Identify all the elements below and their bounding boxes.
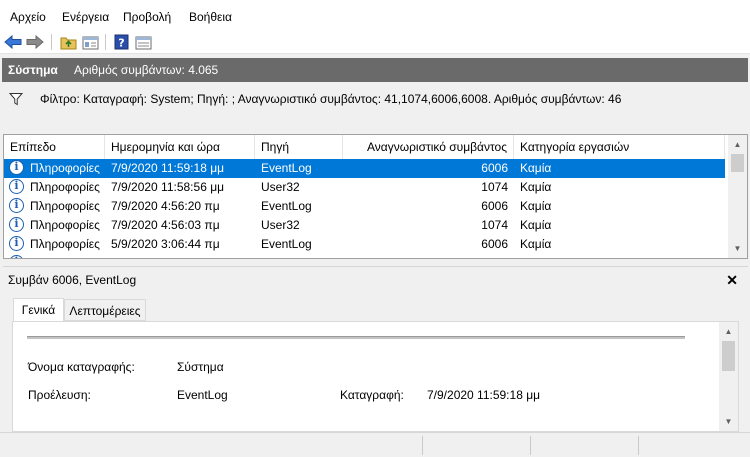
column-header-source[interactable]: Πηγή xyxy=(255,135,343,159)
menu-help[interactable]: Βοήθεια xyxy=(189,0,232,30)
table-row[interactable]: i Πληροφορίες 7/9/2020 4:56:20 πμ EventLog 6… xyxy=(4,197,725,216)
forward-arrow-icon xyxy=(26,35,44,49)
scrollbar-thumb[interactable] xyxy=(722,341,735,371)
status-bar xyxy=(0,432,750,457)
table-row[interactable]: i Πληροφορίες 5/9/2020 3:06:44 πμ EventLog 6… xyxy=(4,235,725,254)
cell-level: Πληροφορίες xyxy=(30,237,100,251)
info-icon: i xyxy=(9,236,24,251)
info-icon: i xyxy=(9,255,24,258)
info-icon: i xyxy=(9,179,24,194)
event-list-scrollbar[interactable]: ▲ ▼ xyxy=(728,135,747,258)
table-row[interactable]: i Πληροφορίες 7/9/2020 11:58:56 μμ User32 10… xyxy=(4,178,725,197)
tab-general[interactable]: Γενικά xyxy=(13,298,64,322)
cell-category: Καμία xyxy=(520,161,552,175)
scroll-down-icon[interactable]: ▼ xyxy=(720,413,737,430)
cell-source: EventLog xyxy=(261,199,312,213)
forward-button[interactable] xyxy=(25,32,45,52)
menu-bar: Αρχείο Ενέργεια Προβολή Βοήθεια xyxy=(0,0,750,30)
log-title: Σύστημα xyxy=(8,63,58,77)
column-header-datetime[interactable]: Ημερομηνία και ώρα xyxy=(105,135,255,159)
cell-datetime: 5/9/2020 3:06:44 πμ xyxy=(111,237,220,251)
cell-category: Καμία xyxy=(520,180,552,194)
log-name-label: Όνομα καταγραφής: xyxy=(28,360,135,374)
table-row[interactable]: i Πληροφορίες 7/9/2020 4:56:03 πμ User32 107… xyxy=(4,216,725,235)
cell-category: Καμία xyxy=(520,199,552,213)
cell-source: User32 xyxy=(261,180,300,194)
folder-up-icon xyxy=(60,37,76,49)
show-hide-pane-button[interactable] xyxy=(80,32,100,52)
scroll-down-icon[interactable]: ▼ xyxy=(729,240,746,257)
filter-description: Φίλτρο: Καταγραφή: System; Πηγή: ; Αναγν… xyxy=(40,92,622,106)
event-details-title: Συμβάν 6006, EventLog xyxy=(8,273,137,287)
description-box-edge xyxy=(27,336,685,339)
back-button[interactable] xyxy=(3,32,23,52)
source-value: EventLog xyxy=(177,388,228,402)
cell-level: Πληροφορίες xyxy=(30,180,100,194)
filter-row: Φίλτρο: Καταγραφή: System; Πηγή: ; Αναγν… xyxy=(2,82,748,116)
properties-pane-button[interactable] xyxy=(133,32,153,52)
logged-value: 7/9/2020 11:59:18 μμ xyxy=(427,388,541,402)
cell-level: Πληροφορίες xyxy=(30,161,100,175)
cell-source: EventLog xyxy=(261,161,312,175)
log-header-bar: Σύστημα Αριθμός συμβάντων: 4.065 xyxy=(2,58,748,82)
cell-source: User32 xyxy=(261,218,300,232)
cell-id: 6006 xyxy=(481,161,508,175)
info-icon: i xyxy=(9,198,24,213)
tab-details[interactable]: Λεπτομέρειες xyxy=(64,299,146,321)
info-icon: i xyxy=(9,160,24,175)
column-header-level[interactable]: Επίπεδο xyxy=(4,135,105,159)
cell-datetime: 7/9/2020 11:58:56 μμ xyxy=(111,180,225,194)
menu-action[interactable]: Ενέργεια xyxy=(62,0,109,30)
cell-level: Πληροφορίες xyxy=(30,218,100,232)
column-header-event-id[interactable]: Αναγνωριστικό συμβάντος xyxy=(343,135,514,159)
scrollbar-thumb[interactable] xyxy=(731,154,744,172)
cell-datetime: 7/9/2020 11:59:18 μμ xyxy=(111,161,225,175)
cell-level: Πληροφορίες xyxy=(30,199,100,213)
cell-datetime: 7/9/2020 4:56:03 πμ xyxy=(111,218,220,232)
menu-view[interactable]: Προβολή xyxy=(123,0,171,30)
filter-icon xyxy=(9,93,23,106)
cell-category: Καμία xyxy=(520,237,552,251)
column-header-task-category[interactable]: Κατηγορία εργασιών xyxy=(514,135,725,159)
info-icon: i xyxy=(9,217,24,232)
cell-id: 1074 xyxy=(481,218,508,232)
event-details-pane: Γενικά Λεπτομέρειες Όνομα καταγραφής: Σύ… xyxy=(3,291,748,432)
cell-id: 6006 xyxy=(481,199,508,213)
menu-file[interactable]: Αρχείο xyxy=(10,0,46,30)
help-icon: ? xyxy=(114,34,128,50)
scroll-up-icon[interactable]: ▲ xyxy=(729,136,746,153)
show-hide-pane-icon xyxy=(82,36,98,49)
log-name-value: Σύστημα xyxy=(177,360,224,374)
general-tab-panel: Όνομα καταγραφής: Σύστημα Προέλευση: Eve… xyxy=(12,321,739,432)
cell-source: EventLog xyxy=(261,237,312,251)
table-row[interactable]: i Πληροφορίες 7/9/2020 11:59:18 μμ EventLog… xyxy=(4,159,725,178)
cell-category: Καμία xyxy=(520,218,552,232)
event-list[interactable]: Επίπεδο Ημερομηνία και ώρα Πηγή Αναγνωρι… xyxy=(3,134,748,259)
scroll-up-icon[interactable]: ▲ xyxy=(720,323,737,340)
back-arrow-icon xyxy=(4,35,22,49)
folder-up-button[interactable] xyxy=(58,32,78,52)
cell-datetime: 7/9/2020 4:56:20 πμ xyxy=(111,199,220,213)
close-icon[interactable]: ✕ xyxy=(726,270,738,290)
cell-id: 1074 xyxy=(481,180,508,194)
toolbar: ? xyxy=(0,30,750,54)
event-details-header: Συμβάν 6006, EventLog ✕ xyxy=(3,266,748,291)
event-count: Αριθμός συμβάντων: 4.065 xyxy=(74,63,219,77)
logged-label: Καταγραφή: xyxy=(340,388,404,402)
details-scrollbar[interactable]: ▲ ▼ xyxy=(719,322,738,431)
svg-text:?: ? xyxy=(118,37,124,50)
cell-id: 6006 xyxy=(481,237,508,251)
table-row[interactable]: i xyxy=(4,254,725,258)
source-label: Προέλευση: xyxy=(28,388,91,402)
properties-pane-icon xyxy=(135,36,151,49)
help-button[interactable]: ? xyxy=(111,32,131,52)
